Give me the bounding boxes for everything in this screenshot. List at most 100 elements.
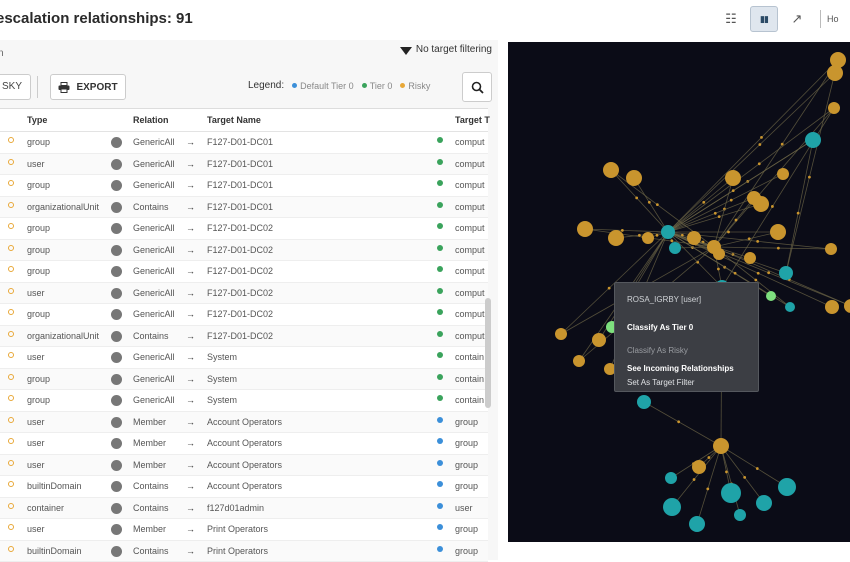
risky-node[interactable]	[692, 460, 706, 474]
cell-target-type: comput	[455, 202, 485, 212]
edge-arrow-marker	[677, 420, 680, 423]
cell-target-type: group	[455, 417, 478, 427]
relation-node-icon	[111, 223, 122, 234]
classify-risky-button[interactable]: SKY	[0, 74, 31, 100]
cell-target-name: System	[207, 374, 237, 384]
target-tier-dot-icon	[437, 331, 443, 337]
risky-node[interactable]	[753, 196, 769, 212]
risky-node[interactable]	[713, 248, 725, 260]
risky-marker-icon	[8, 180, 14, 186]
table-scrollbar[interactable]	[485, 298, 491, 408]
cut-off-label[interactable]: Ho	[827, 14, 839, 24]
list-view-button[interactable]: ☷	[718, 7, 744, 31]
export-button[interactable]: EXPORT	[50, 74, 126, 100]
table-row[interactable]: groupGenericAll→F127-D01-DC01comput	[0, 132, 488, 154]
table-row[interactable]: groupGenericAll→F127-D01-DC02comput	[0, 218, 488, 240]
legend: Legend: Default Tier 0 Tier 0 Risky	[248, 80, 430, 91]
risky-node[interactable]	[608, 230, 624, 246]
table-row[interactable]: groupGenericAll→F127-D01-DC02comput	[0, 240, 488, 262]
risky-node[interactable]	[573, 355, 585, 367]
edge-arrow-marker	[708, 456, 711, 459]
cell-type: organizationalUnit	[27, 331, 99, 341]
table-row[interactable]: groupGenericAll→Systemcontain	[0, 369, 488, 391]
table-row[interactable]: groupGenericAll→F127-D01-DC01comput	[0, 175, 488, 197]
table-row[interactable]: builtinDomainContains→Account Operatorsg…	[0, 476, 488, 498]
tier0-node[interactable]	[663, 498, 681, 516]
tier0-node[interactable]	[805, 132, 821, 148]
split-view-button[interactable]: ▮▮	[750, 6, 778, 32]
tier0-node[interactable]	[637, 395, 651, 409]
risky-node[interactable]	[687, 231, 701, 245]
risky-node[interactable]	[825, 300, 839, 314]
risky-node[interactable]	[825, 243, 837, 255]
table-row[interactable]: containerContains→f127d01adminuser	[0, 498, 488, 520]
col-type[interactable]: Type	[27, 115, 47, 125]
risky-node[interactable]	[642, 232, 654, 244]
risky-node[interactable]	[827, 65, 843, 81]
risky-node[interactable]	[844, 299, 850, 313]
menu-classify-tier0[interactable]: Classify As Tier 0	[627, 323, 693, 332]
risky-node[interactable]	[777, 168, 789, 180]
risky-node[interactable]	[603, 162, 619, 178]
menu-classify-risky[interactable]: Classify As Risky	[627, 346, 688, 355]
table-row[interactable]: groupGenericAll→F127-D01-DC02comput	[0, 261, 488, 283]
table-row[interactable]: userMember→Account Operatorsgroup	[0, 455, 488, 477]
tier0-node[interactable]	[778, 478, 796, 496]
selected-node[interactable]	[766, 291, 776, 301]
tier0-node[interactable]	[734, 509, 746, 521]
risky-marker-icon	[8, 546, 14, 552]
table-row[interactable]: organizationalUnitContains→F127-D01-DC01…	[0, 197, 488, 219]
table-row[interactable]: userMember→Account Operatorsgroup	[0, 433, 488, 455]
target-filter[interactable]: No target filtering	[400, 44, 492, 55]
cell-type: user	[27, 417, 45, 427]
risky-node[interactable]	[725, 170, 741, 186]
table-row[interactable]: userGenericAll→Systemcontain	[0, 347, 488, 369]
table-row[interactable]: groupGenericAll→Systemcontain	[0, 390, 488, 412]
graph-view-button[interactable]: ↗	[784, 7, 810, 31]
tier0-node[interactable]	[785, 302, 795, 312]
tier0-node[interactable]	[689, 516, 705, 532]
tier0-node[interactable]	[779, 266, 793, 280]
table-row[interactable]: userMember→Print Operatorsgroup	[0, 519, 488, 541]
col-relation[interactable]: Relation	[133, 115, 169, 125]
risky-node[interactable]	[555, 328, 567, 340]
edge-arrow-marker	[621, 229, 624, 232]
risky-node[interactable]	[592, 333, 606, 347]
risky-node[interactable]	[744, 252, 756, 264]
table-row[interactable]: userGenericAll→F127-D01-DC01comput	[0, 154, 488, 176]
arrow-right-icon: →	[186, 374, 195, 384]
risky-node[interactable]	[713, 438, 729, 454]
risky-node[interactable]	[770, 224, 786, 240]
tier0-node[interactable]	[669, 242, 681, 254]
tier0-node[interactable]	[756, 495, 772, 511]
search-button[interactable]	[462, 72, 492, 102]
edge-arrow-marker	[760, 136, 763, 139]
list-view-icon: ☷	[725, 11, 737, 27]
tier0-node[interactable]	[721, 483, 741, 503]
graph-edge	[634, 178, 668, 232]
table-row[interactable]: organizationalUnitContains→F127-D01-DC02…	[0, 326, 488, 348]
target-tier-dot-icon	[437, 223, 443, 229]
edge-arrow-marker	[706, 488, 709, 491]
tier0-node[interactable]	[661, 225, 675, 239]
menu-see-incoming[interactable]: See Incoming Relationships	[627, 364, 734, 373]
tier0-node[interactable]	[665, 472, 677, 484]
edge-arrow-marker	[656, 203, 659, 206]
table-row[interactable]: groupGenericAll→F127-D01-DC02comput	[0, 304, 488, 326]
edge-arrow-marker	[717, 268, 720, 271]
table-row[interactable]: userGenericAll→F127-D01-DC02comput	[0, 283, 488, 305]
relation-node-icon	[111, 481, 122, 492]
arrow-right-icon: →	[186, 245, 195, 255]
menu-set-target-filter[interactable]: Set As Target Filter	[627, 378, 694, 387]
col-target-type[interactable]: Target T	[455, 115, 490, 125]
target-tier-dot-icon	[437, 202, 443, 208]
risky-node[interactable]	[828, 102, 840, 114]
table-row[interactable]: userMember→Account Operatorsgroup	[0, 412, 488, 434]
risky-node[interactable]	[626, 170, 642, 186]
table-row[interactable]: builtinDomainContains→Print Operatorsgro…	[0, 541, 488, 562]
col-target-name[interactable]: Target Name	[207, 115, 261, 125]
risky-node[interactable]	[577, 221, 593, 237]
cell-type: user	[27, 288, 45, 298]
cell-target-name: F127-D01-DC01	[207, 137, 273, 147]
edge-arrow-marker	[735, 219, 738, 222]
